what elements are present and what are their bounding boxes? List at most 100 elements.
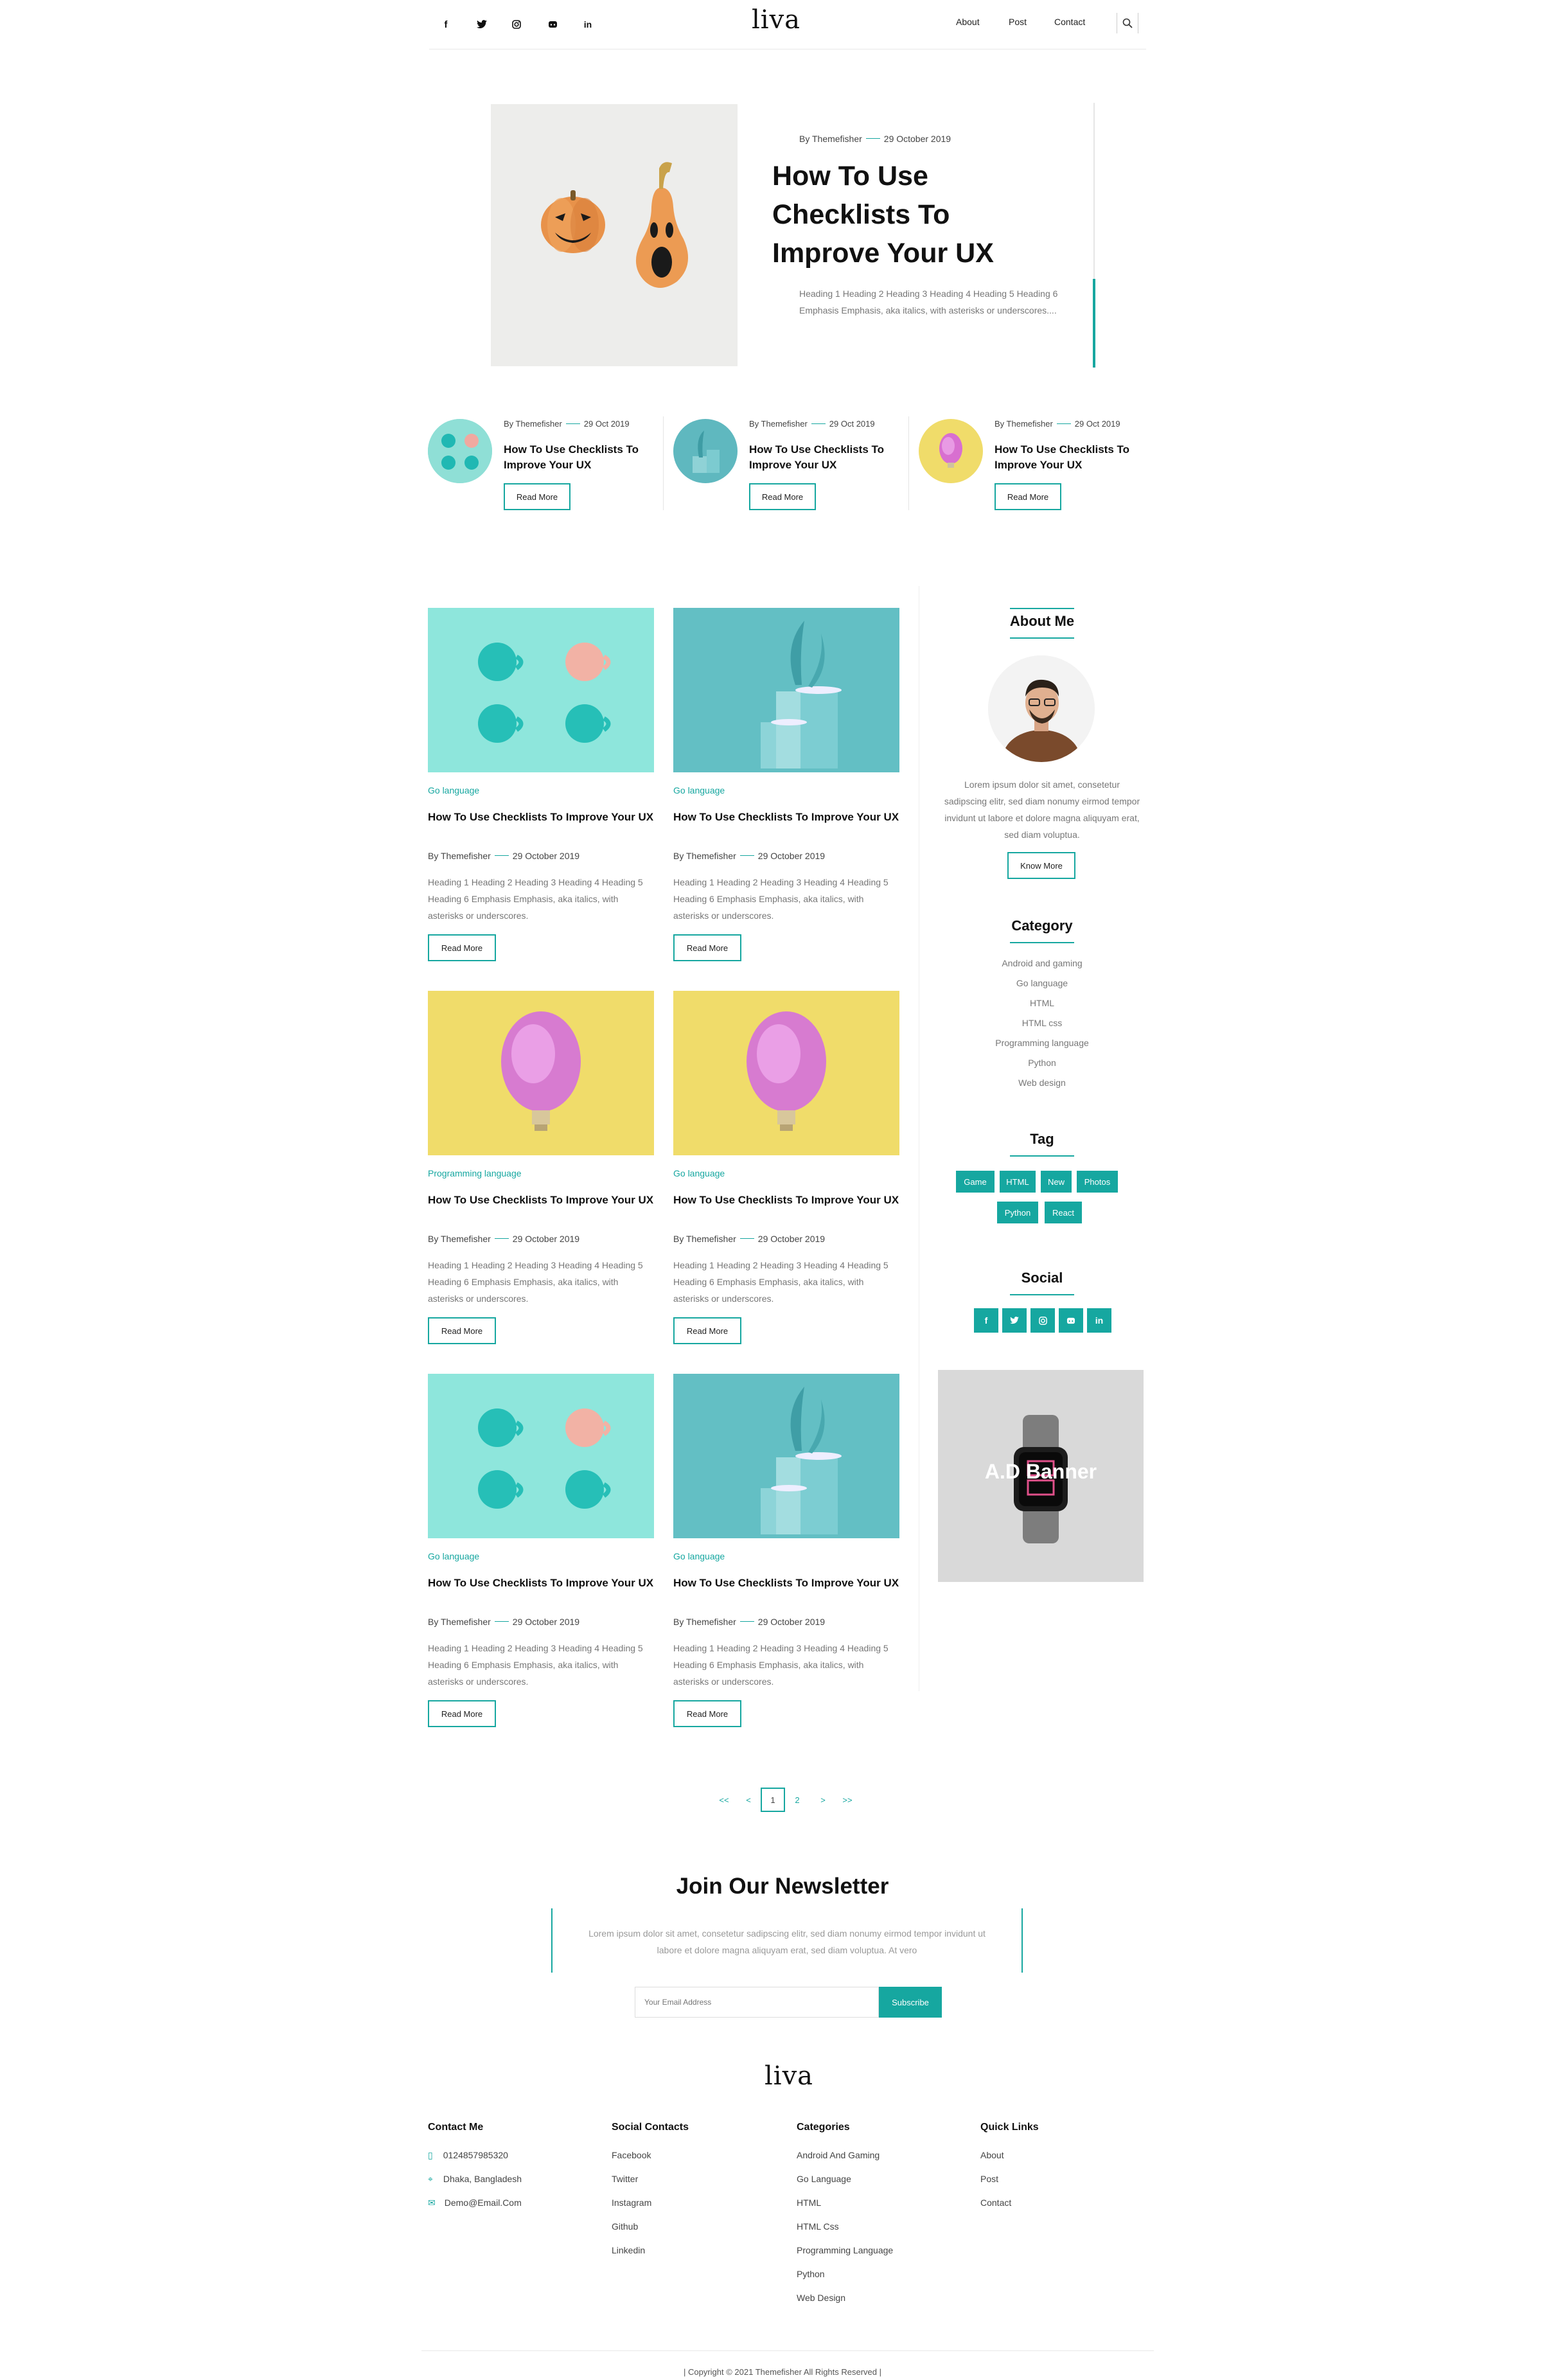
read-more-button[interactable]: Read More bbox=[749, 483, 816, 510]
post-image[interactable] bbox=[673, 1374, 899, 1538]
footer-email[interactable]: Demo@Email.Com bbox=[445, 2198, 522, 2208]
post-title[interactable]: How To Use Checklists To Improve Your UX bbox=[428, 1193, 654, 1208]
footer-link[interactable]: Web Design bbox=[797, 2286, 893, 2310]
category-item[interactable]: Programming language bbox=[971, 1033, 1113, 1053]
post-author[interactable]: By Themefisher bbox=[428, 1234, 491, 1244]
page-2-button[interactable]: 2 bbox=[785, 1788, 809, 1812]
footer-link[interactable]: Post bbox=[980, 2167, 1011, 2191]
footer-link[interactable]: Facebook bbox=[612, 2144, 651, 2167]
hero-title[interactable]: How To Use Checklists To Improve Your UX bbox=[772, 157, 1042, 272]
nav-contact[interactable]: Contact bbox=[1054, 17, 1085, 27]
nav-post[interactable]: Post bbox=[1009, 17, 1027, 27]
category-item[interactable]: HTML css bbox=[971, 1013, 1113, 1033]
page-1-button[interactable]: 1 bbox=[761, 1788, 785, 1812]
tag-html[interactable]: HTML bbox=[1000, 1171, 1036, 1193]
page-first-button[interactable]: << bbox=[712, 1788, 736, 1812]
post-title[interactable]: How To Use Checklists To Improve Your UX bbox=[673, 810, 899, 825]
featured-author[interactable]: By Themefisher bbox=[749, 419, 808, 429]
github-icon[interactable] bbox=[1059, 1308, 1083, 1333]
post-image[interactable] bbox=[428, 608, 654, 772]
site-logo[interactable]: liva bbox=[752, 5, 800, 35]
featured-author[interactable]: By Themefisher bbox=[504, 419, 562, 429]
post-category[interactable]: Go language bbox=[673, 1168, 725, 1178]
post-author[interactable]: By Themefisher bbox=[428, 851, 491, 861]
footer-link[interactable]: Instagram bbox=[612, 2191, 651, 2215]
github-icon[interactable] bbox=[545, 17, 560, 32]
post-title[interactable]: How To Use Checklists To Improve Your UX bbox=[673, 1193, 899, 1208]
read-more-button[interactable]: Read More bbox=[673, 1700, 741, 1727]
post-category[interactable]: Programming language bbox=[428, 1168, 522, 1178]
featured-title[interactable]: How To Use Checklists To Improve Your UX bbox=[749, 442, 898, 473]
post-title[interactable]: How To Use Checklists To Improve Your UX bbox=[428, 810, 654, 825]
footer-logo[interactable]: liva bbox=[765, 2061, 813, 2091]
post-image[interactable] bbox=[428, 991, 654, 1155]
featured-title[interactable]: How To Use Checklists To Improve Your UX bbox=[995, 442, 1144, 473]
tag-game[interactable]: Game bbox=[956, 1171, 995, 1193]
facebook-icon[interactable]: f bbox=[438, 17, 454, 32]
featured-author[interactable]: By Themefisher bbox=[995, 419, 1053, 429]
post-category[interactable]: Go language bbox=[673, 785, 725, 795]
post-title[interactable]: How To Use Checklists To Improve Your UX bbox=[428, 1576, 654, 1591]
footer-link[interactable]: HTML bbox=[797, 2191, 893, 2215]
search-button[interactable] bbox=[1117, 13, 1138, 33]
read-more-button[interactable]: Read More bbox=[995, 483, 1061, 510]
read-more-button[interactable]: Read More bbox=[673, 1317, 741, 1344]
featured-title[interactable]: How To Use Checklists To Improve Your UX bbox=[504, 442, 653, 473]
newsletter-email-input[interactable] bbox=[635, 1987, 879, 2018]
twitter-icon[interactable] bbox=[1002, 1308, 1027, 1333]
footer-link[interactable]: HTML Css bbox=[797, 2215, 893, 2239]
footer-link[interactable]: Android And Gaming bbox=[797, 2144, 893, 2167]
ad-banner[interactable]: A.D Banner bbox=[938, 1370, 1144, 1582]
category-item[interactable]: Android and gaming bbox=[971, 954, 1113, 973]
linkedin-icon[interactable]: in bbox=[580, 17, 596, 32]
instagram-icon[interactable] bbox=[509, 17, 524, 32]
read-more-button[interactable]: Read More bbox=[673, 934, 741, 961]
linkedin-icon[interactable]: in bbox=[1087, 1308, 1111, 1333]
footer-link[interactable]: Linkedin bbox=[612, 2239, 651, 2262]
read-more-button[interactable]: Read More bbox=[428, 1700, 496, 1727]
category-item[interactable]: Go language bbox=[971, 973, 1113, 993]
post-image[interactable] bbox=[428, 1374, 654, 1538]
footer-link[interactable]: Github bbox=[612, 2215, 651, 2239]
page-prev-button[interactable]: < bbox=[736, 1788, 761, 1812]
post-image[interactable] bbox=[673, 608, 899, 772]
facebook-icon[interactable]: f bbox=[974, 1308, 998, 1333]
post-author[interactable]: By Themefisher bbox=[673, 851, 736, 861]
tag-python[interactable]: Python bbox=[997, 1202, 1038, 1223]
tag-react[interactable]: React bbox=[1045, 1202, 1082, 1223]
post-category[interactable]: Go language bbox=[428, 1551, 479, 1561]
footer-link[interactable]: About bbox=[980, 2144, 1011, 2167]
featured-thumb[interactable] bbox=[919, 419, 983, 483]
footer-link[interactable]: Programming Language bbox=[797, 2239, 893, 2262]
hero-author[interactable]: By Themefisher bbox=[799, 134, 862, 144]
post-category[interactable]: Go language bbox=[428, 785, 479, 795]
footer-link[interactable]: Go Language bbox=[797, 2167, 893, 2191]
featured-thumb[interactable] bbox=[673, 419, 738, 483]
post-title[interactable]: How To Use Checklists To Improve Your UX bbox=[673, 1576, 899, 1591]
page-last-button[interactable]: >> bbox=[835, 1788, 860, 1812]
read-more-button[interactable]: Read More bbox=[428, 934, 496, 961]
footer-link[interactable]: Twitter bbox=[612, 2167, 651, 2191]
post-category[interactable]: Go language bbox=[673, 1551, 725, 1561]
tag-photos[interactable]: Photos bbox=[1077, 1171, 1118, 1193]
nav-about[interactable]: About bbox=[956, 17, 980, 27]
category-item[interactable]: HTML bbox=[971, 993, 1113, 1013]
post-author[interactable]: By Themefisher bbox=[673, 1617, 736, 1627]
instagram-icon[interactable] bbox=[1030, 1308, 1055, 1333]
footer-link[interactable]: Contact bbox=[980, 2191, 1011, 2215]
know-more-button[interactable]: Know More bbox=[1007, 852, 1075, 879]
category-item[interactable]: Web design bbox=[971, 1073, 1113, 1093]
tag-new[interactable]: New bbox=[1041, 1171, 1072, 1193]
twitter-icon[interactable] bbox=[474, 17, 490, 32]
page-next-button[interactable]: > bbox=[811, 1788, 835, 1812]
footer-phone[interactable]: 0124857985320 bbox=[443, 2150, 508, 2160]
category-item[interactable]: Python bbox=[971, 1053, 1113, 1073]
post-author[interactable]: By Themefisher bbox=[673, 1234, 736, 1244]
post-image[interactable] bbox=[673, 991, 899, 1155]
post-author[interactable]: By Themefisher bbox=[428, 1617, 491, 1627]
subscribe-button[interactable]: Subscribe bbox=[879, 1987, 942, 2018]
read-more-button[interactable]: Read More bbox=[428, 1317, 496, 1344]
hero-image[interactable] bbox=[491, 104, 738, 366]
read-more-button[interactable]: Read More bbox=[504, 483, 570, 510]
featured-thumb[interactable] bbox=[428, 419, 492, 483]
